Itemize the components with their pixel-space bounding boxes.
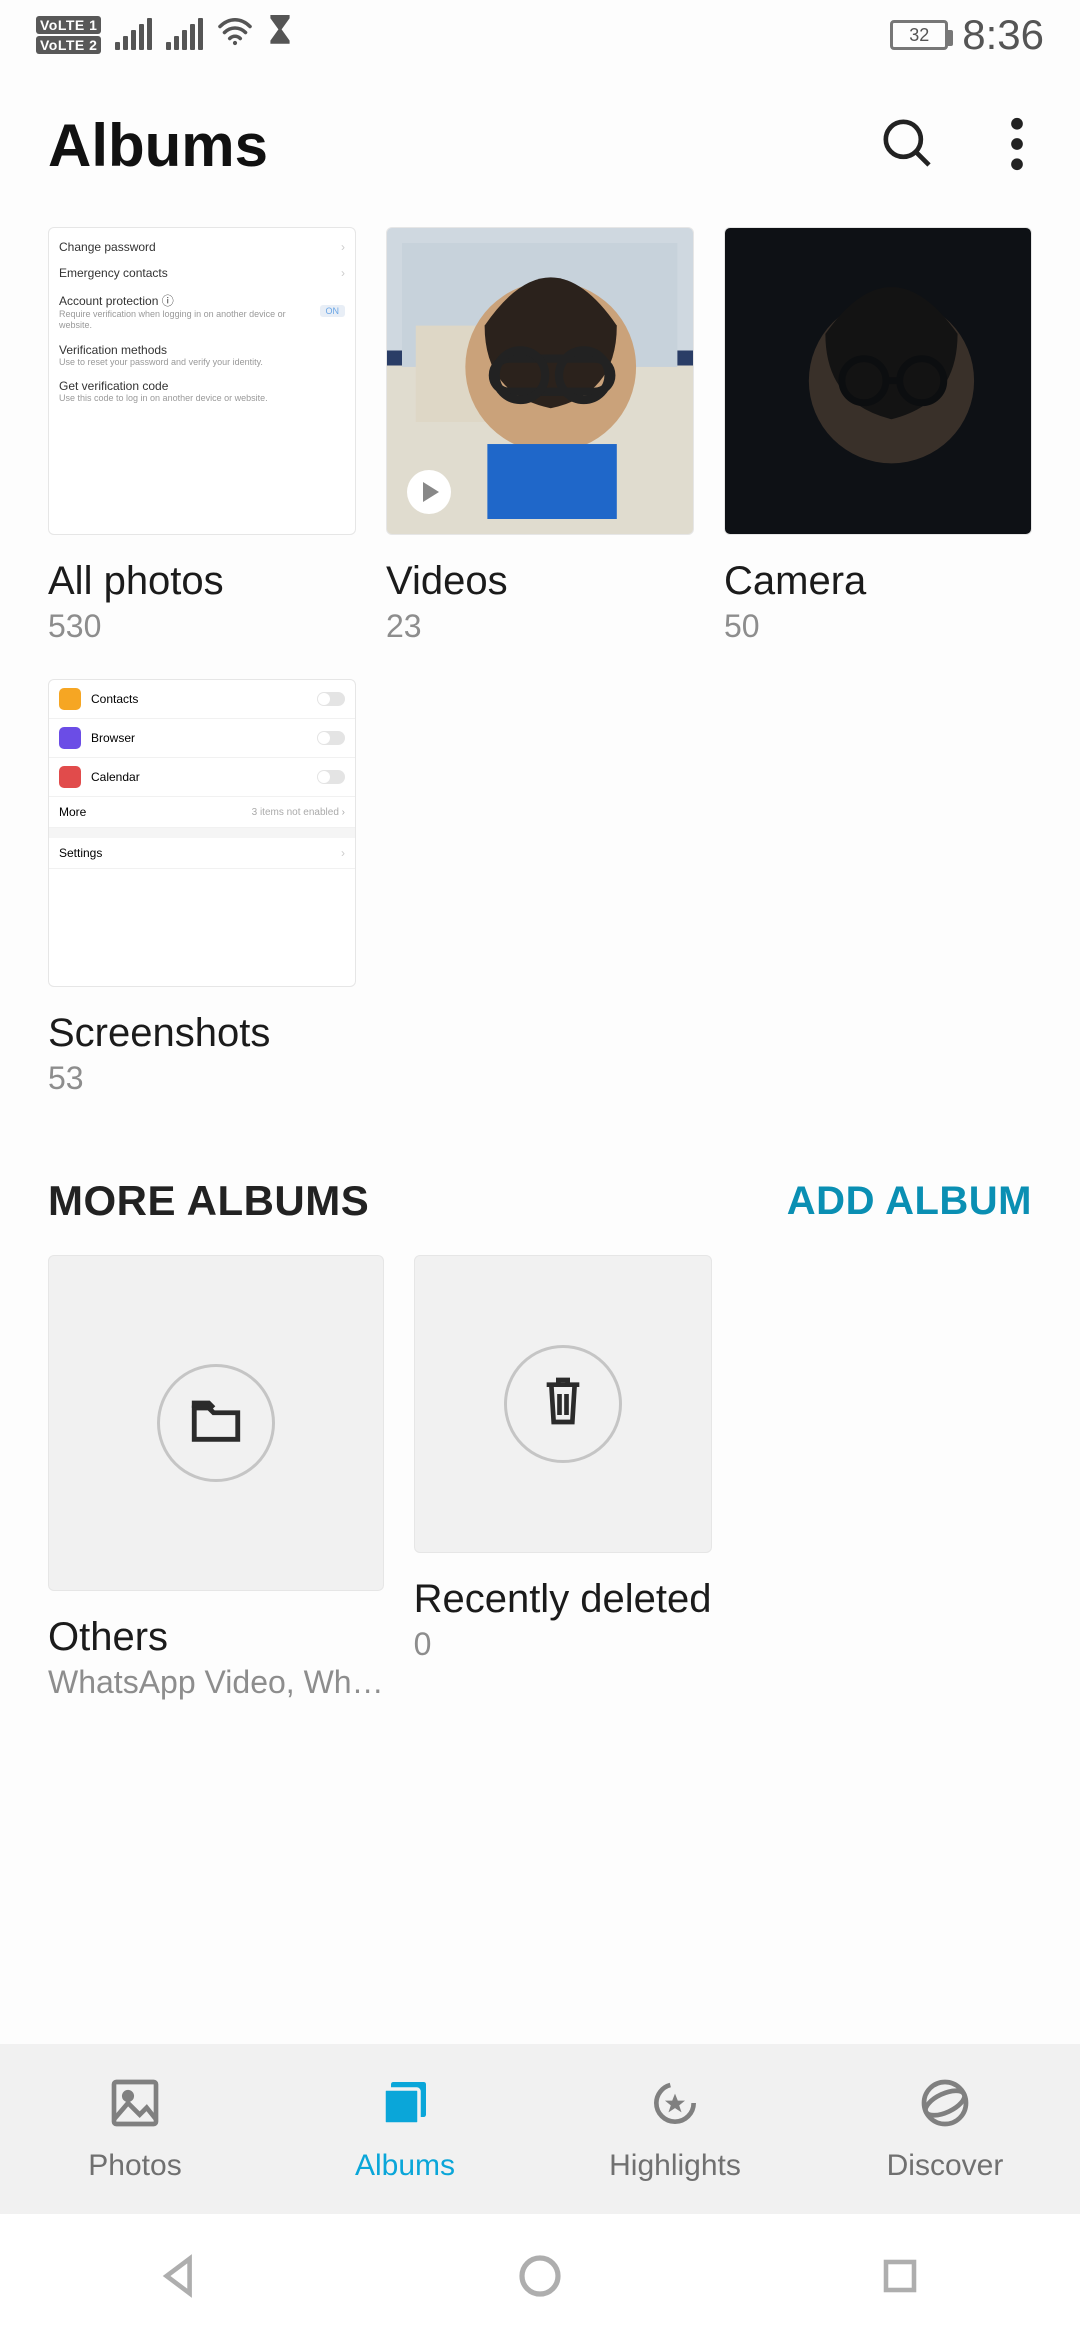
search-icon: [880, 160, 936, 175]
album-camera[interactable]: Camera 50: [724, 227, 1032, 645]
tab-highlights[interactable]: Highlights: [540, 2044, 810, 2214]
more-options-button[interactable]: [1002, 109, 1032, 182]
album-others[interactable]: Others WhatsApp Video, Wh…: [48, 1255, 384, 1701]
battery-icon: 32: [890, 20, 948, 50]
signal-icon-1: [115, 20, 152, 50]
bottom-tab-bar: Photos Albums Highlights Discover: [0, 2044, 1080, 2214]
album-thumbnail: [386, 227, 694, 535]
album-title: Recently deleted: [414, 1577, 712, 1622]
photo-icon: [107, 2075, 163, 2139]
album-thumbnail: [48, 1255, 384, 1591]
album-thumbnail: Contacts Browser Calendar More3 items no…: [48, 679, 356, 987]
home-icon: [516, 2252, 564, 2303]
system-nav-bar: [0, 2214, 1080, 2340]
album-thumbnail: [724, 227, 1032, 535]
back-icon: [157, 2253, 203, 2302]
album-title: All photos: [48, 559, 356, 604]
album-recently-deleted[interactable]: Recently deleted 0: [414, 1255, 712, 1701]
album-title: Videos: [386, 559, 694, 604]
hourglass-icon: [267, 15, 293, 55]
more-albums-grid: Others WhatsApp Video, Wh… Recently dele…: [0, 1255, 1080, 1701]
album-title: Screenshots: [48, 1011, 356, 1056]
signal-icon-2: [166, 20, 203, 50]
album-title: Others: [48, 1615, 384, 1660]
album-thumbnail: Change password› Emergency contacts› Acc…: [48, 227, 356, 535]
tab-label: Albums: [355, 2149, 455, 2183]
tab-albums[interactable]: Albums: [270, 2044, 540, 2214]
highlights-icon: [647, 2075, 703, 2139]
album-title: Camera: [724, 559, 1032, 604]
folder-icon: [187, 1395, 245, 1450]
discover-icon: [917, 2075, 973, 2139]
more-albums-header: MORE ALBUMS ADD ALBUM: [0, 1097, 1080, 1255]
album-subtitle: 0: [414, 1626, 712, 1663]
nav-home-button[interactable]: [505, 2242, 575, 2312]
album-count: 530: [48, 608, 356, 645]
section-title: MORE ALBUMS: [48, 1177, 369, 1225]
albums-icon: [377, 2075, 433, 2139]
tab-label: Photos: [88, 2149, 181, 2183]
header: Albums: [0, 70, 1080, 227]
album-all-photos[interactable]: Change password› Emergency contacts› Acc…: [48, 227, 356, 645]
trash-icon: [538, 1373, 588, 1434]
volte-indicator: VoLTE 1 VoLTE 2: [36, 16, 101, 54]
tab-discover[interactable]: Discover: [810, 2044, 1080, 2214]
clock: 8:36: [962, 11, 1044, 59]
nav-recent-button[interactable]: [865, 2242, 935, 2312]
album-videos[interactable]: Videos 23: [386, 227, 694, 645]
search-button[interactable]: [872, 108, 944, 183]
tab-label: Highlights: [609, 2149, 741, 2183]
album-screenshots[interactable]: Contacts Browser Calendar More3 items no…: [48, 679, 356, 1097]
wifi-icon: [217, 16, 253, 54]
tab-label: Discover: [887, 2149, 1004, 2183]
page-title: Albums: [48, 111, 268, 180]
play-icon: [407, 470, 451, 514]
album-subtitle: WhatsApp Video, Wh…: [48, 1664, 384, 1701]
album-count: 50: [724, 608, 1032, 645]
album-grid: Change password› Emergency contacts› Acc…: [0, 227, 1080, 1097]
more-vert-icon: [1010, 159, 1024, 174]
album-count: 23: [386, 608, 694, 645]
album-count: 53: [48, 1060, 356, 1097]
nav-back-button[interactable]: [145, 2242, 215, 2312]
add-album-button[interactable]: ADD ALBUM: [787, 1179, 1032, 1224]
recent-icon: [879, 2255, 921, 2300]
album-thumbnail: [414, 1255, 712, 1553]
tab-photos[interactable]: Photos: [0, 2044, 270, 2214]
status-bar: VoLTE 1 VoLTE 2 32 8:36: [0, 0, 1080, 70]
